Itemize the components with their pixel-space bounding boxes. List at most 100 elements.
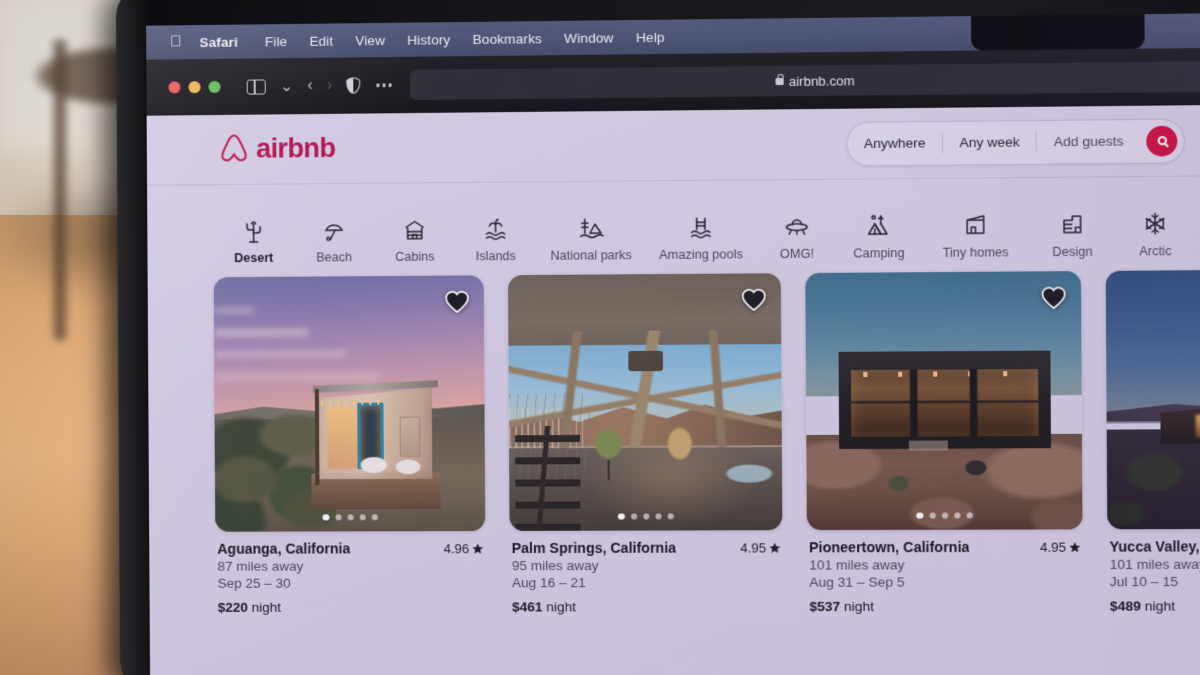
category-label: Amazing pools bbox=[659, 247, 743, 263]
price-unit: night bbox=[1144, 598, 1176, 614]
heart-icon[interactable] bbox=[1041, 285, 1067, 309]
forward-chevron-icon[interactable]: › bbox=[327, 77, 332, 95]
apple-logo-icon[interactable]:  bbox=[170, 33, 181, 50]
category-camping[interactable]: Camping bbox=[838, 212, 920, 266]
price-unit: night bbox=[546, 599, 577, 615]
back-chevron-icon[interactable]: ‹ bbox=[307, 77, 312, 95]
category-bar[interactable]: Desert Beach Cabins Islands National par… bbox=[147, 176, 1200, 272]
menu-item-history[interactable]: History bbox=[396, 32, 461, 48]
listing-dates: Sep 25 – 30 bbox=[217, 575, 291, 591]
category-label: Desert bbox=[234, 250, 274, 266]
listing-rating: 4.96 bbox=[444, 541, 484, 556]
heart-icon[interactable] bbox=[741, 288, 767, 311]
sidebar-toggle-icon[interactable] bbox=[246, 78, 266, 95]
tent-icon bbox=[865, 213, 892, 240]
beach-umbrella-icon bbox=[322, 217, 346, 243]
category-label: Tiny homes bbox=[942, 245, 1009, 260]
menu-item-safari[interactable]: Safari bbox=[200, 34, 254, 49]
ufo-icon bbox=[783, 213, 810, 240]
category-cabins[interactable]: Cabins bbox=[374, 216, 455, 270]
listing-details: Yucca Valley, Californ 101 miles away Ju… bbox=[1107, 529, 1200, 614]
listing-photo[interactable] bbox=[805, 271, 1083, 531]
lock-icon bbox=[775, 77, 784, 86]
pool-icon bbox=[689, 214, 714, 240]
airbnb-belo-icon bbox=[220, 133, 247, 161]
category-islands[interactable]: Islands bbox=[455, 216, 536, 270]
rating-value: 4.95 bbox=[740, 540, 767, 556]
minimize-button[interactable] bbox=[188, 81, 201, 94]
close-button[interactable] bbox=[168, 81, 181, 94]
listing-dates: Aug 16 – 21 bbox=[511, 575, 586, 591]
national-park-icon bbox=[578, 215, 605, 241]
listing-title: Yucca Valley, Californ bbox=[1109, 538, 1200, 555]
privacy-shield-icon[interactable] bbox=[346, 77, 361, 94]
listing-rating: 4.95 bbox=[740, 540, 781, 556]
search-where[interactable]: Anywhere bbox=[847, 121, 942, 164]
star-icon bbox=[1069, 542, 1081, 553]
cactus-icon bbox=[241, 218, 265, 244]
listing-card[interactable]: Palm Springs, California 4.95 95 miles a… bbox=[507, 273, 783, 614]
listing-photo[interactable] bbox=[507, 273, 783, 531]
address-bar-url: airbnb.com bbox=[788, 72, 855, 89]
category-tiny-homes[interactable]: Tiny homes bbox=[920, 212, 1032, 267]
menu-item-window[interactable]: Window bbox=[553, 30, 625, 46]
heart-icon[interactable] bbox=[444, 290, 469, 313]
category-a-frames[interactable]: A-frames bbox=[1196, 209, 1200, 264]
listing-card[interactable]: Aguanga, California 4.96 87 miles away S… bbox=[213, 275, 486, 615]
listing-photo[interactable] bbox=[1105, 268, 1200, 530]
category-arctic[interactable]: Arctic bbox=[1114, 210, 1197, 265]
price-amount: $461 bbox=[512, 599, 543, 615]
listing-title: Aguanga, California bbox=[217, 540, 351, 557]
listing-price: $220 night bbox=[217, 599, 484, 615]
listing-price: $489 night bbox=[1109, 598, 1200, 614]
price-amount: $220 bbox=[217, 599, 248, 615]
search-icon bbox=[1157, 136, 1167, 146]
price-amount: $489 bbox=[1109, 598, 1141, 614]
site-header: airbnb Anywhere Any week Add guests bbox=[146, 104, 1200, 186]
design-icon bbox=[1060, 211, 1085, 238]
cabin-icon bbox=[402, 216, 426, 242]
category-label: Islands bbox=[475, 248, 516, 264]
category-beach[interactable]: Beach bbox=[294, 217, 375, 271]
category-label: Cabins bbox=[395, 249, 435, 264]
listing-details: Palm Springs, California 4.95 95 miles a… bbox=[510, 530, 783, 614]
menu-item-file[interactable]: File bbox=[254, 33, 298, 49]
photo-carousel-dots[interactable] bbox=[322, 513, 378, 521]
search-bar[interactable]: Anywhere Any week Add guests bbox=[846, 118, 1185, 166]
more-options-icon[interactable] bbox=[376, 83, 392, 87]
menu-item-help[interactable]: Help bbox=[625, 29, 676, 45]
category-desert[interactable]: Desert bbox=[213, 218, 294, 272]
photo-carousel-dots[interactable] bbox=[617, 512, 674, 520]
snowflake-icon bbox=[1143, 210, 1168, 237]
chevron-down-icon[interactable]: ⌄ bbox=[280, 76, 294, 96]
listing-dates: Aug 31 – Sep 5 bbox=[809, 574, 905, 590]
listing-card[interactable]: Pioneertown, California 4.95 101 miles a… bbox=[805, 271, 1083, 614]
price-unit: night bbox=[843, 598, 875, 615]
listing-card[interactable]: Yucca Valley, Californ 101 miles away Ju… bbox=[1105, 268, 1200, 614]
category-design[interactable]: Design bbox=[1031, 211, 1114, 266]
maximize-button[interactable] bbox=[208, 80, 221, 94]
search-when[interactable]: Any week bbox=[943, 121, 1037, 165]
airbnb-page: airbnb Anywhere Any week Add guests Dese… bbox=[146, 104, 1200, 675]
category-omg[interactable]: OMG! bbox=[756, 213, 838, 267]
listing-price: $461 night bbox=[512, 599, 781, 615]
category-national-parks[interactable]: National parks bbox=[536, 215, 646, 269]
category-label: Beach bbox=[316, 250, 353, 265]
listing-distance: 101 miles away bbox=[1109, 556, 1200, 573]
airbnb-logo[interactable]: airbnb bbox=[219, 132, 336, 165]
menu-item-view[interactable]: View bbox=[344, 32, 396, 48]
laptop-body:  Safari File Edit View History Bookmark… bbox=[115, 0, 1200, 675]
address-bar[interactable]: airbnb.com bbox=[409, 61, 1200, 101]
category-label: Design bbox=[1052, 244, 1093, 260]
menu-item-edit[interactable]: Edit bbox=[298, 33, 344, 49]
search-submit-button[interactable] bbox=[1146, 125, 1178, 157]
laptop-screen:  Safari File Edit View History Bookmark… bbox=[146, 12, 1200, 675]
listing-title: Palm Springs, California bbox=[511, 539, 677, 557]
search-guests[interactable]: Add guests bbox=[1037, 120, 1140, 164]
listing-distance: 101 miles away bbox=[809, 557, 905, 573]
price-amount: $537 bbox=[809, 598, 841, 615]
photo-carousel-dots[interactable] bbox=[916, 511, 973, 519]
listing-photo[interactable] bbox=[213, 275, 486, 532]
category-amazing-pools[interactable]: Amazing pools bbox=[646, 214, 756, 268]
menu-item-bookmarks[interactable]: Bookmarks bbox=[461, 31, 553, 47]
